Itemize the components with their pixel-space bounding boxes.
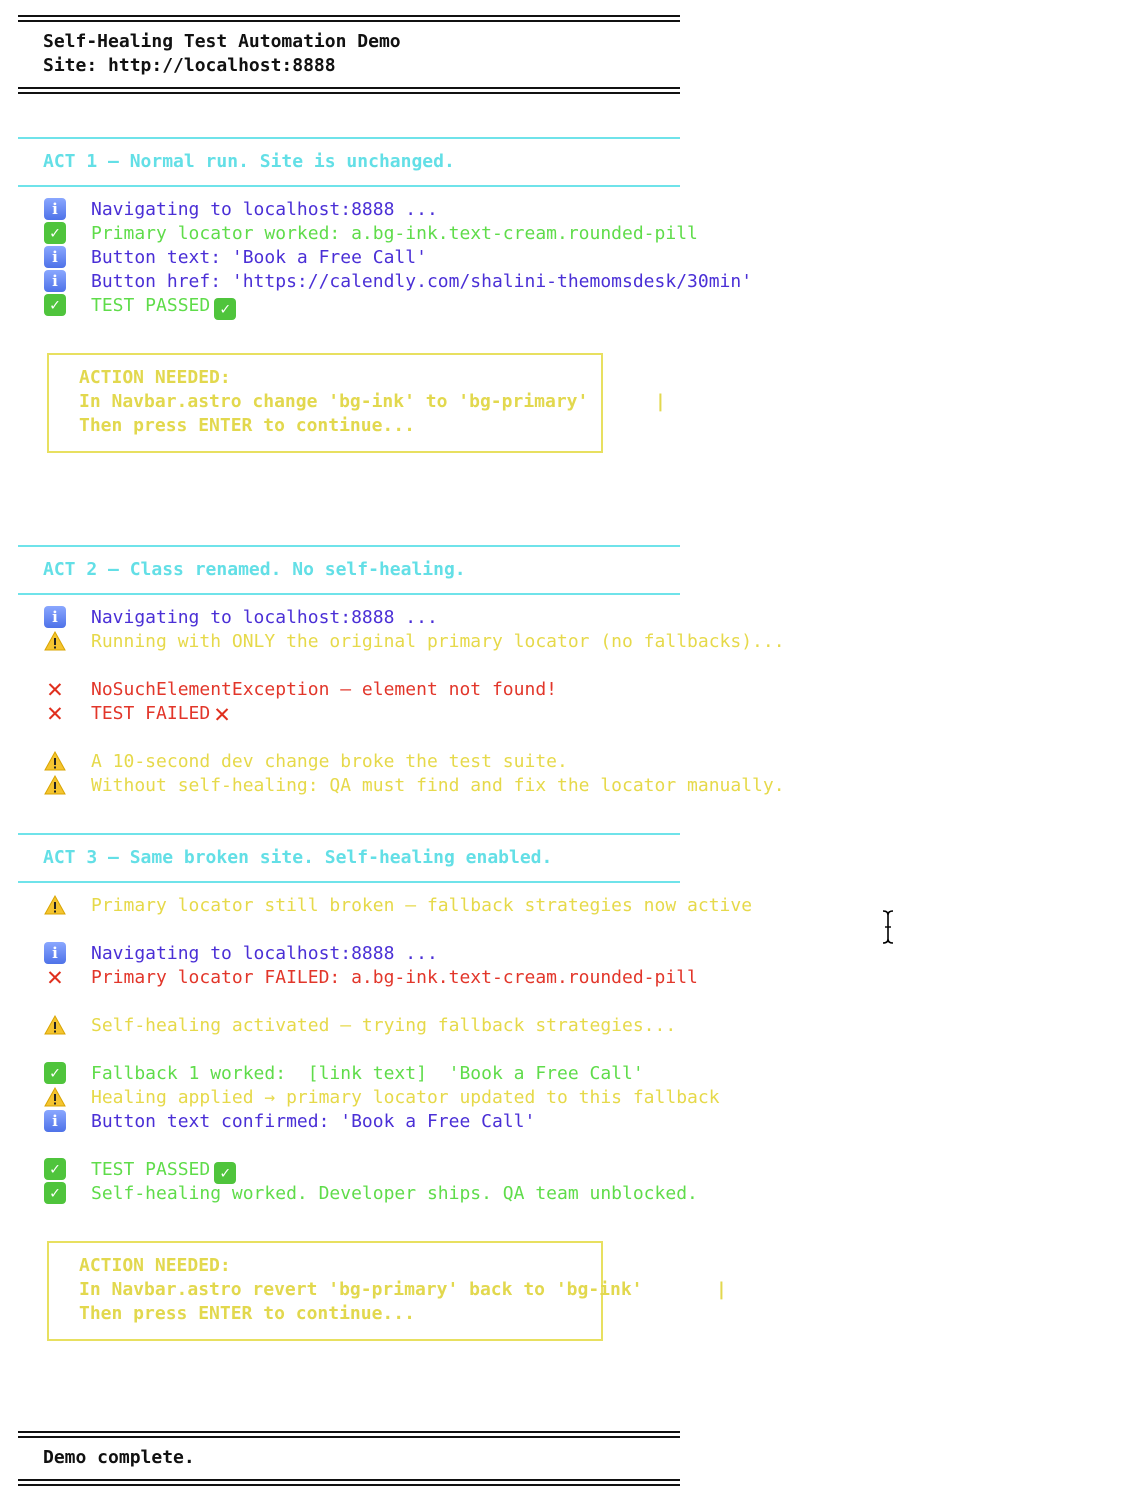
- log-line: Button text confirmed: 'Book a Free Call…: [91, 1111, 536, 1132]
- test-passed-line: TEST PASSED ✓: [91, 294, 237, 320]
- demo-title: Self-Healing Test Automation Demo: [43, 31, 401, 52]
- action-heading: ACTION NEEDED:: [79, 367, 231, 388]
- act3-top-rule: [18, 833, 680, 835]
- footer-top-rule: [18, 1431, 680, 1438]
- info-icon: i: [44, 198, 66, 220]
- log-line: Primary locator worked: a.bg-ink.text-cr…: [91, 223, 698, 244]
- check-icon: ✓: [44, 1182, 66, 1204]
- act2-top-rule: [18, 545, 680, 547]
- log-line: Without self-healing: QA must find and f…: [91, 775, 785, 796]
- check-icon: ✓: [44, 294, 66, 316]
- box-overflow-bar: |: [716, 1279, 727, 1300]
- log-line: Navigating to localhost:8888 ...: [91, 199, 438, 220]
- warning-icon: [44, 750, 66, 772]
- cross-icon: ✕: [47, 674, 63, 704]
- info-icon: i: [44, 606, 66, 628]
- action-instruction: In Navbar.astro change 'bg-ink' to 'bg-p…: [79, 391, 589, 412]
- test-failed-text: TEST FAILED: [91, 703, 211, 724]
- warning-icon: [44, 774, 66, 796]
- log-line: Navigating to localhost:8888 ...: [91, 943, 438, 964]
- log-line: Fallback 1 worked: [link text] 'Book a F…: [91, 1063, 644, 1084]
- warning-icon: [44, 630, 66, 652]
- demo-complete: Demo complete.: [43, 1447, 195, 1468]
- check-icon: ✓: [44, 1062, 66, 1084]
- act3-bottom-rule: [18, 881, 680, 883]
- action-heading: ACTION NEEDED:: [79, 1255, 231, 1276]
- action-prompt: Then press ENTER to continue...: [79, 1303, 415, 1324]
- log-line: Navigating to localhost:8888 ...: [91, 607, 438, 628]
- test-failed-line: TEST FAILED ✕: [91, 699, 230, 729]
- log-line: Self-healing worked. Developer ships. QA…: [91, 1183, 698, 1204]
- log-line: Button href: 'https://calendly.com/shali…: [91, 271, 753, 292]
- act1-bottom-rule: [18, 185, 680, 187]
- log-line: Healing applied → primary locator update…: [91, 1087, 720, 1108]
- info-icon: i: [44, 270, 66, 292]
- test-passed-line: TEST PASSED ✓: [91, 1158, 237, 1184]
- info-icon: i: [44, 1110, 66, 1132]
- footer-bottom-rule: [18, 1479, 680, 1486]
- test-passed-text: TEST PASSED: [91, 295, 211, 316]
- log-line: Primary locator FAILED: a.bg-ink.text-cr…: [91, 967, 698, 988]
- act2-title: ACT 2 — Class renamed. No self-healing.: [43, 559, 466, 580]
- act1-top-rule: [18, 137, 680, 139]
- action-instruction: In Navbar.astro revert 'bg-primary' back…: [79, 1279, 643, 1300]
- info-icon: i: [44, 246, 66, 268]
- check-icon: ✓: [214, 1162, 237, 1184]
- test-passed-text: TEST PASSED: [91, 1159, 211, 1180]
- text-cursor-icon: [882, 910, 894, 944]
- info-icon: i: [44, 942, 66, 964]
- log-line: Self-healing activated — trying fallback…: [91, 1015, 677, 1036]
- warning-icon: [44, 1014, 66, 1036]
- log-line: Primary locator still broken — fallback …: [91, 895, 753, 916]
- header-top-rule: [18, 15, 680, 22]
- cross-icon: ✕: [214, 699, 230, 729]
- header-bottom-rule: [18, 87, 680, 94]
- log-line: Running with ONLY the original primary l…: [91, 631, 785, 652]
- check-icon: ✓: [44, 1158, 66, 1180]
- cross-icon: ✕: [47, 698, 63, 728]
- box-overflow-bar: |: [655, 391, 666, 412]
- log-line: A 10-second dev change broke the test su…: [91, 751, 568, 772]
- check-icon: ✓: [214, 298, 237, 320]
- warning-icon: [44, 894, 66, 916]
- act2-bottom-rule: [18, 593, 680, 595]
- act3-title: ACT 3 — Same broken site. Self-healing e…: [43, 847, 553, 868]
- act1-title: ACT 1 — Normal run. Site is unchanged.: [43, 151, 455, 172]
- check-icon: ✓: [44, 222, 66, 244]
- site-url: Site: http://localhost:8888: [43, 55, 336, 76]
- action-prompt: Then press ENTER to continue...: [79, 415, 415, 436]
- log-line: Button text: 'Book a Free Call': [91, 247, 427, 268]
- cross-icon: ✕: [47, 962, 63, 992]
- log-line: NoSuchElementException — element not fou…: [91, 679, 557, 700]
- warning-icon: [44, 1086, 66, 1108]
